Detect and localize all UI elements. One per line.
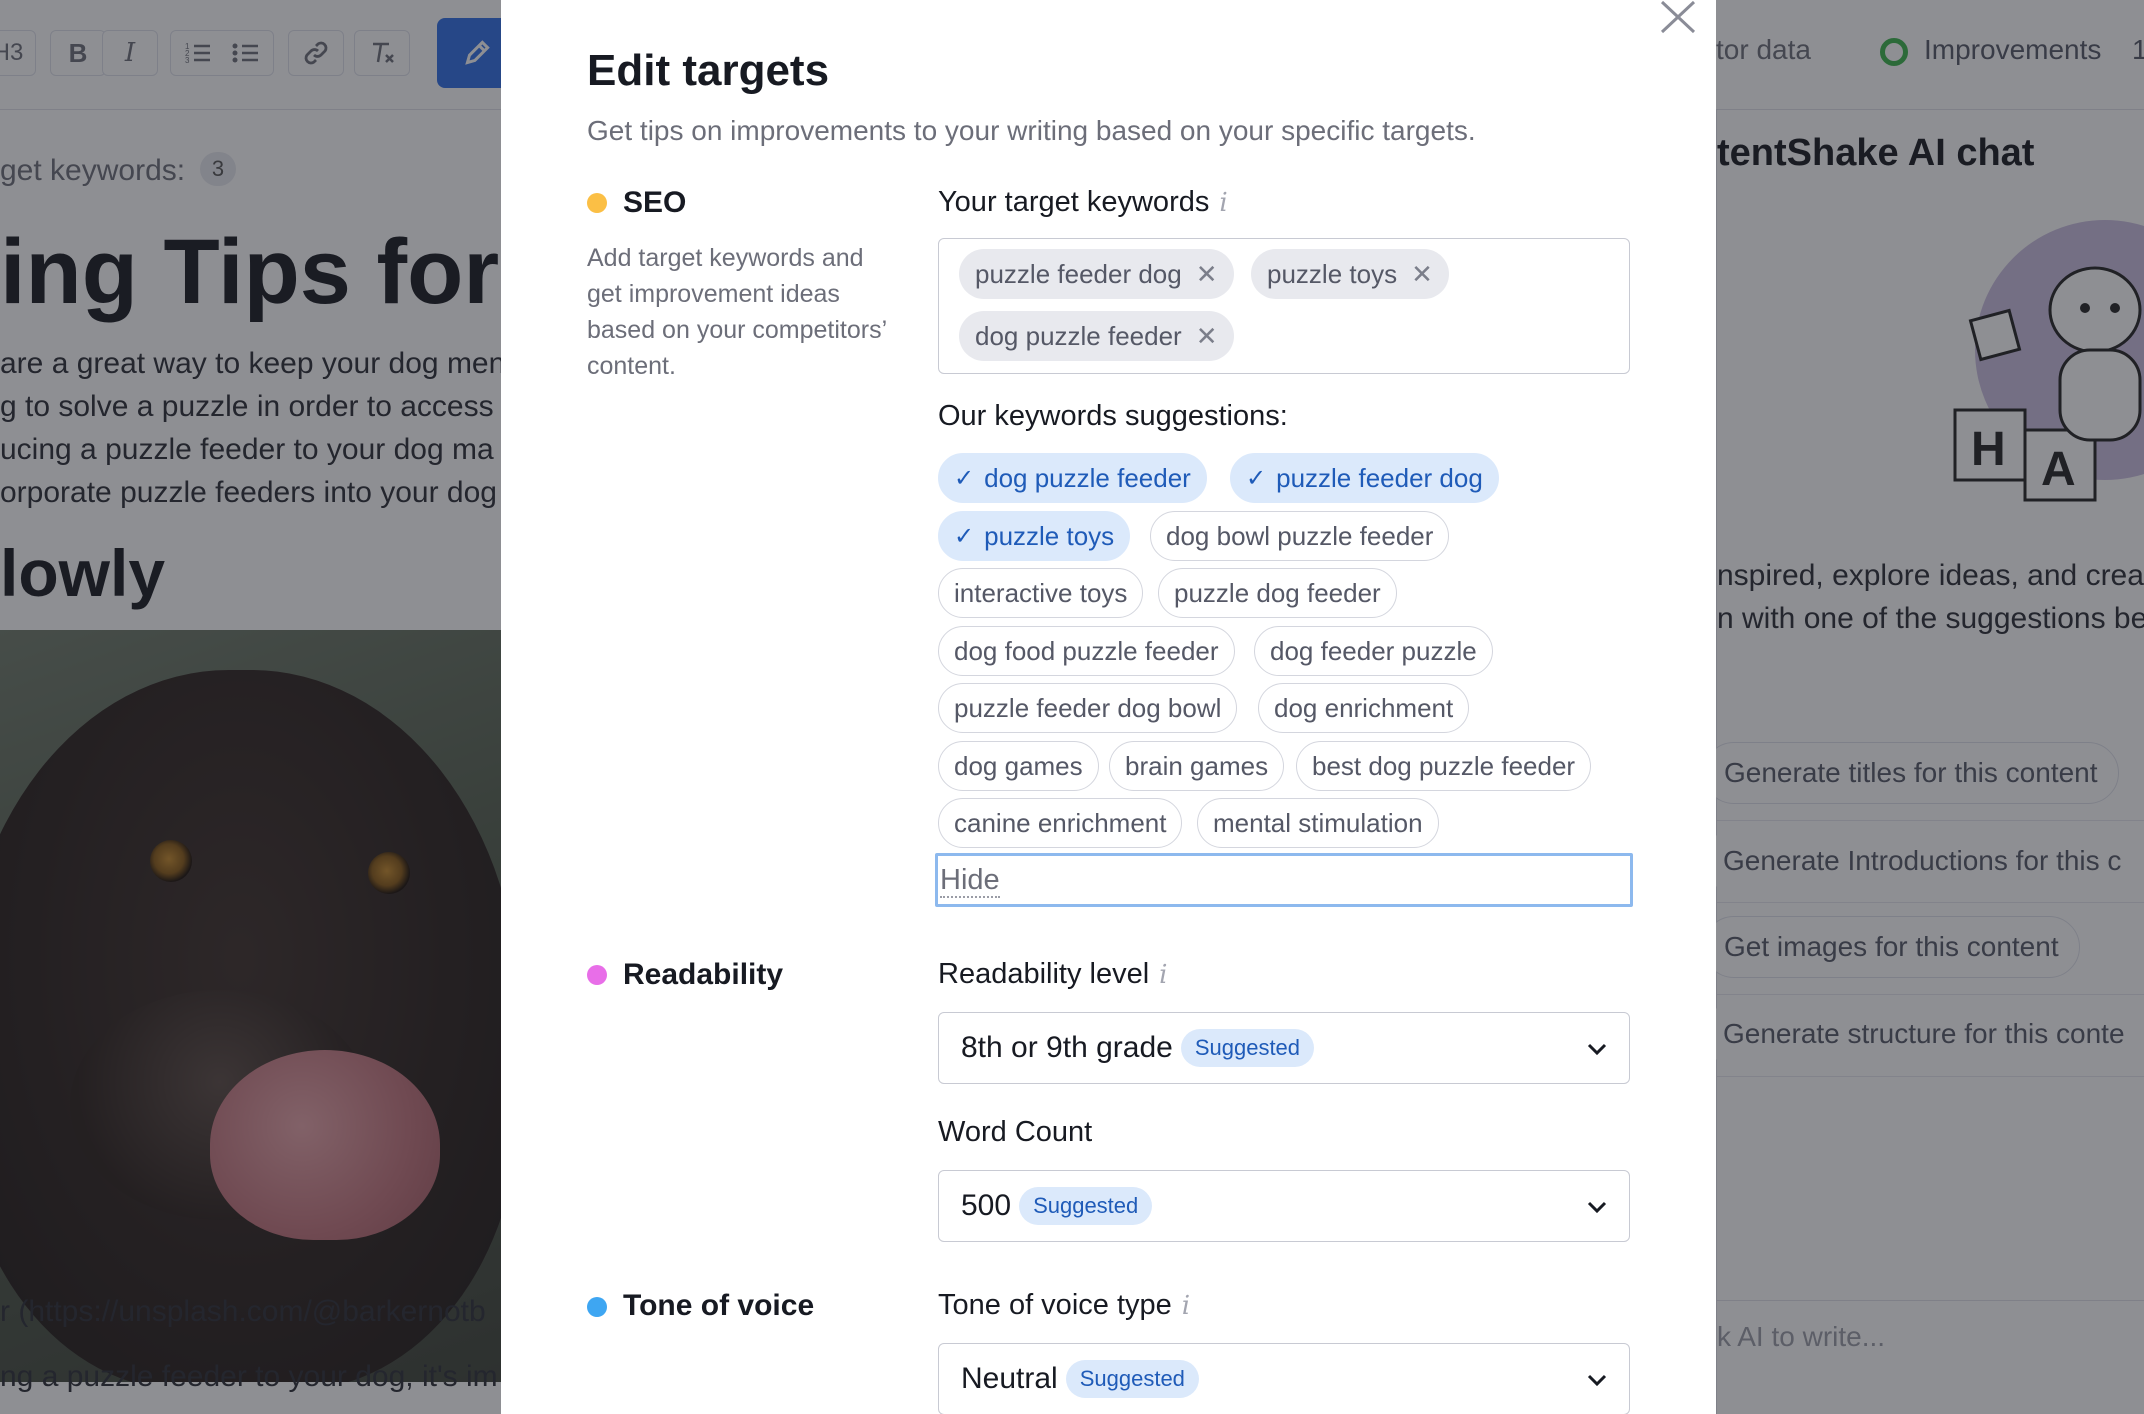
suggested-badge: Suggested <box>1065 1360 1199 1398</box>
target-keywords-label: Your target keywords i <box>938 186 1228 218</box>
suggestion-chip[interactable]: puzzle dog feeder <box>1158 568 1397 618</box>
seo-dot <box>587 193 607 213</box>
word-count-select[interactable]: 500 Suggested <box>938 1170 1630 1242</box>
info-icon[interactable]: i <box>1219 188 1227 218</box>
remove-keyword-icon[interactable]: ✕ <box>1196 259 1218 290</box>
tone-dot <box>587 1297 607 1317</box>
readability-level-select[interactable]: 8th or 9th grade Suggested <box>938 1012 1630 1084</box>
info-icon[interactable]: i <box>1159 960 1167 990</box>
info-icon[interactable]: i <box>1182 1291 1190 1321</box>
word-count-label: Word Count <box>938 1116 1093 1148</box>
seo-description: Add target keywords and get improvement … <box>587 244 887 380</box>
tone-type-select[interactable]: Neutral Suggested <box>938 1343 1630 1414</box>
suggestion-chip-selected[interactable]: ✓ dog puzzle feeder <box>938 453 1207 503</box>
suggestion-chip[interactable]: canine enrichment <box>938 798 1183 848</box>
check-icon: ✓ <box>1246 464 1267 492</box>
keyword-chip: puzzle toys ✕ <box>1251 249 1449 299</box>
suggestion-chip-selected[interactable]: ✓ puzzle toys <box>938 511 1131 561</box>
tone-type-label: Tone of voice type i <box>938 1289 1191 1321</box>
suggested-badge: Suggested <box>1019 1187 1153 1225</box>
hide-suggestions-button[interactable]: Hide <box>935 853 1633 907</box>
tone-label: Tone of voice <box>623 1289 815 1322</box>
tone-type-value: Neutral <box>961 1362 1058 1395</box>
check-icon: ✓ <box>954 464 975 492</box>
seo-label: SEO <box>623 186 687 219</box>
word-count-value: 500 <box>961 1189 1012 1222</box>
suggestion-chip[interactable]: brain games <box>1109 741 1285 791</box>
chevron-down-icon <box>1587 1201 1607 1214</box>
suggestion-chip[interactable]: puzzle feeder dog bowl <box>938 683 1238 733</box>
check-icon: ✓ <box>954 522 975 550</box>
suggested-badge: Suggested <box>1180 1029 1315 1067</box>
keyword-chip: dog puzzle feeder ✕ <box>959 311 1234 361</box>
chevron-down-icon <box>1587 1374 1607 1387</box>
remove-keyword-icon[interactable]: ✕ <box>1196 321 1218 352</box>
suggestion-chip[interactable]: dog food puzzle feeder <box>938 626 1235 676</box>
readability-level-value: 8th or 9th grade <box>961 1031 1173 1064</box>
close-icon[interactable] <box>1656 0 1698 42</box>
keyword-suggestions-label: Our keywords suggestions: <box>938 400 1288 432</box>
suggestion-chip[interactable]: dog feeder puzzle <box>1254 626 1493 676</box>
suggestion-chip[interactable]: mental stimulation <box>1197 798 1439 848</box>
readability-dot <box>587 965 607 985</box>
suggestion-chip-selected[interactable]: ✓ puzzle feeder dog <box>1230 453 1499 503</box>
readability-label: Readability <box>623 958 784 991</box>
suggestion-chip[interactable]: interactive toys <box>938 568 1144 618</box>
keyword-chip: puzzle feeder dog ✕ <box>959 249 1234 299</box>
target-keywords-input[interactable]: puzzle feeder dog ✕ puzzle toys ✕ dog puzz… <box>938 238 1630 374</box>
remove-keyword-icon[interactable]: ✕ <box>1411 259 1433 290</box>
modal-subtitle: Get tips on improvements to your writing… <box>587 115 1476 146</box>
suggestion-chip[interactable]: dog games <box>938 741 1099 791</box>
modal-title: Edit targets <box>587 46 830 95</box>
chevron-down-icon <box>1587 1043 1607 1056</box>
suggestion-chip[interactable]: best dog puzzle feeder <box>1296 741 1592 791</box>
suggestion-chip[interactable]: dog bowl puzzle feeder <box>1150 511 1450 561</box>
suggestion-chip[interactable]: dog enrichment <box>1258 683 1470 733</box>
edit-targets-modal: Edit targets Get tips on improvements to… <box>501 0 1716 1414</box>
readability-level-label: Readability level i <box>938 958 1168 990</box>
